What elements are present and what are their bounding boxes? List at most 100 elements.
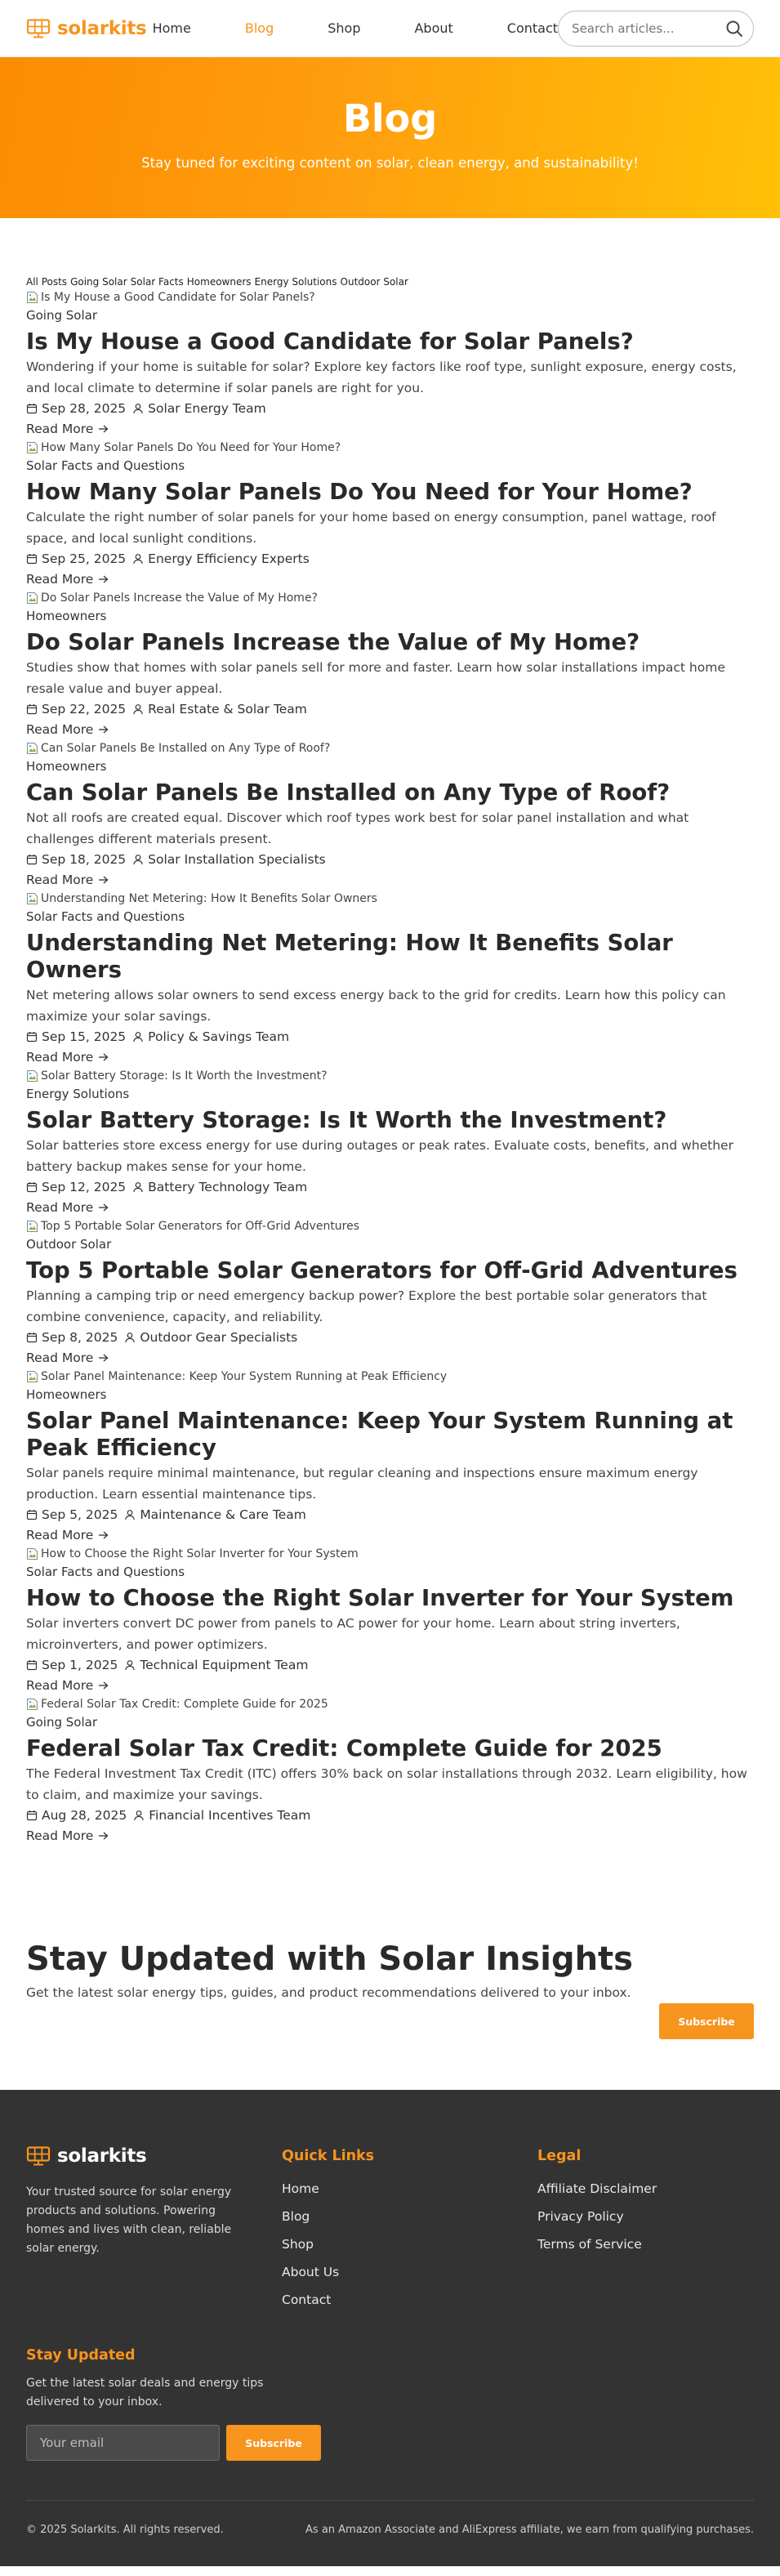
post-card: Solar Battery Storage: Is It Worth the I… [26, 1067, 754, 1217]
read-more-label: Read More [26, 1677, 94, 1693]
post-meta: Sep 15, 2025 Policy & Savings Team [26, 1027, 754, 1047]
read-more-link[interactable]: Read More [26, 569, 754, 589]
post-title[interactable]: Do Solar Panels Increase the Value of My… [26, 629, 754, 656]
broken-image-icon [27, 1371, 38, 1382]
nav-shop[interactable]: Shop [328, 20, 360, 36]
post-card: Can Solar Panels Be Installed on Any Typ… [26, 739, 754, 890]
broken-image-icon [27, 743, 38, 754]
nav-contact[interactable]: Contact [507, 20, 558, 36]
post-image[interactable]: Federal Solar Tax Credit: Complete Guide… [26, 1695, 754, 1713]
post-title[interactable]: Federal Solar Tax Credit: Complete Guide… [26, 1735, 754, 1762]
subscribe-button[interactable]: Subscribe [659, 2003, 754, 2039]
post-title[interactable]: Understanding Net Metering: How It Benef… [26, 930, 754, 984]
post-meta: Sep 8, 2025 Outdoor Gear Specialists [26, 1328, 754, 1347]
post-author: Policy & Savings Team [148, 1029, 290, 1044]
read-more-label: Read More [26, 1049, 94, 1065]
post-card: How to Choose the Right Solar Inverter f… [26, 1545, 754, 1695]
post-card: How Many Solar Panels Do You Need for Yo… [26, 439, 754, 589]
post-date: Aug 28, 2025 [42, 1808, 127, 1823]
post-date: Sep 5, 2025 [42, 1507, 118, 1522]
post-image[interactable]: Can Solar Panels Be Installed on Any Typ… [26, 739, 754, 757]
read-more-link[interactable]: Read More [26, 1347, 754, 1368]
read-more-link[interactable]: Read More [26, 1525, 754, 1545]
footer-logo[interactable]: solarkits [26, 2144, 282, 2168]
footer-link-privacy-policy[interactable]: Privacy Policy [537, 2203, 657, 2230]
footer-link-home[interactable]: Home [282, 2175, 537, 2203]
search-icon[interactable] [725, 20, 743, 38]
footer-link-shop[interactable]: Shop [282, 2230, 537, 2258]
post-title[interactable]: Top 5 Portable Solar Generators for Off-… [26, 1257, 754, 1284]
user-icon [125, 1333, 136, 1343]
post-excerpt: Solar batteries store excess energy for … [26, 1138, 733, 1174]
post-card: Top 5 Portable Solar Generators for Off-… [26, 1217, 754, 1368]
post-author: Real Estate & Solar Team [148, 702, 307, 717]
post-title[interactable]: Can Solar Panels Be Installed on Any Typ… [26, 779, 754, 806]
footer-link-blog[interactable]: Blog [282, 2203, 537, 2230]
post-image[interactable]: Solar Battery Storage: Is It Worth the I… [26, 1067, 754, 1085]
user-icon [133, 1182, 143, 1193]
post-image[interactable]: How Many Solar Panels Do You Need for Yo… [26, 439, 754, 457]
read-more-link[interactable]: Read More [26, 1825, 754, 1846]
post-meta: Sep 25, 2025 Energy Efficiency Experts [26, 549, 754, 569]
post-image[interactable]: How to Choose the Right Solar Inverter f… [26, 1545, 754, 1563]
post-category: Outdoor Solar [26, 1237, 112, 1252]
post-image[interactable]: Understanding Net Metering: How It Benef… [26, 890, 754, 908]
user-icon [133, 554, 143, 565]
search-input[interactable] [572, 20, 725, 36]
read-more-link[interactable]: Read More [26, 1197, 754, 1217]
post-category: Homeowners [26, 1387, 107, 1402]
site-footer: solarkits Your trusted source for solar … [0, 2090, 780, 2566]
post-title[interactable]: Solar Battery Storage: Is It Worth the I… [26, 1107, 754, 1134]
post-title[interactable]: Solar Panel Maintenance: Keep Your Syste… [26, 1408, 754, 1462]
post-image[interactable]: Is My House a Good Candidate for Solar P… [26, 288, 754, 306]
nav-home[interactable]: Home [153, 20, 191, 36]
read-more-label: Read More [26, 1828, 94, 1843]
broken-image-icon [27, 1548, 38, 1560]
post-meta: Sep 28, 2025 Solar Energy Team [26, 399, 754, 418]
post-date: Sep 25, 2025 [42, 551, 127, 566]
footer-link-affiliate-disclaimer[interactable]: Affiliate Disclaimer [537, 2175, 657, 2203]
post-category: Homeowners [26, 609, 107, 623]
footer-link-terms-of-service[interactable]: Terms of Service [537, 2230, 657, 2258]
footer-newsletter: Stay Updated Get the latest solar deals … [26, 2345, 754, 2461]
post-card: Do Solar Panels Increase the Value of My… [26, 589, 754, 739]
filter-energy-solutions[interactable]: Energy Solutions [255, 276, 337, 288]
post-image[interactable]: Do Solar Panels Increase the Value of My… [26, 589, 754, 607]
footer-link-about-us[interactable]: About Us [282, 2258, 537, 2286]
post-author: Solar Installation Specialists [148, 852, 326, 867]
post-excerpt: Net metering allows solar owners to send… [26, 988, 726, 1024]
filter-going-solar[interactable]: Going Solar [70, 276, 127, 288]
read-more-link[interactable]: Read More [26, 1675, 754, 1695]
quick-links-heading: Quick Links [282, 2148, 375, 2164]
footer-brand-name: solarkits [57, 2145, 147, 2167]
post-title[interactable]: Is My House a Good Candidate for Solar P… [26, 328, 754, 355]
read-more-link[interactable]: Read More [26, 418, 754, 439]
brand-logo[interactable]: solarkits [26, 18, 153, 39]
read-more-link[interactable]: Read More [26, 869, 754, 890]
post-image[interactable]: Solar Panel Maintenance: Keep Your Syste… [26, 1368, 754, 1386]
calendar-icon [26, 1510, 38, 1520]
post-excerpt: Calculate the right number of solar pane… [26, 510, 716, 546]
nav-about[interactable]: About [414, 20, 452, 36]
post-title[interactable]: How to Choose the Right Solar Inverter f… [26, 1585, 754, 1612]
read-more-link[interactable]: Read More [26, 1047, 754, 1067]
email-field[interactable] [26, 2425, 220, 2461]
read-more-link[interactable]: Read More [26, 719, 754, 739]
filter-outdoor-solar[interactable]: Outdoor Solar [341, 276, 408, 288]
post-author: Financial Incentives Team [149, 1808, 311, 1823]
filter-all-posts[interactable]: All Posts [26, 276, 67, 288]
filter-solar-facts[interactable]: Solar Facts [131, 276, 184, 288]
post-image[interactable]: Top 5 Portable Solar Generators for Off-… [26, 1217, 754, 1235]
calendar-icon [26, 1182, 38, 1193]
footer-link-contact[interactable]: Contact [282, 2286, 537, 2314]
post-title[interactable]: How Many Solar Panels Do You Need for Yo… [26, 479, 754, 506]
footer-subscribe-button[interactable]: Subscribe [226, 2425, 321, 2461]
read-more-label: Read More [26, 721, 94, 737]
filter-homeowners[interactable]: Homeowners [187, 276, 252, 288]
user-icon [133, 855, 143, 865]
post-meta: Sep 18, 2025 Solar Installation Speciali… [26, 850, 754, 869]
calendar-icon [26, 404, 38, 414]
nav-blog[interactable]: Blog [245, 20, 274, 36]
post-excerpt: Solar inverters convert DC power from pa… [26, 1616, 680, 1652]
post-date: Sep 22, 2025 [42, 702, 127, 717]
